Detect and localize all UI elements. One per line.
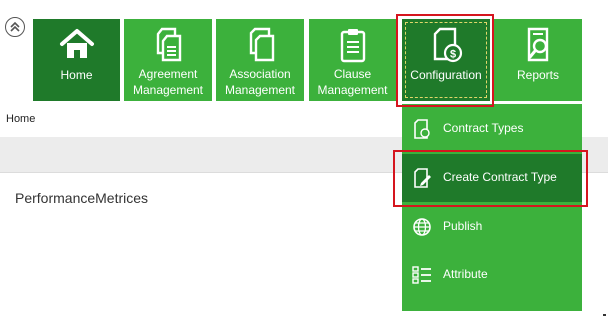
contract-types-icon — [414, 119, 430, 139]
menu-item-contract-types[interactable]: Contract Types — [402, 105, 582, 153]
menu-item-contract-types-label: Contract Types — [443, 121, 524, 135]
report-search-icon — [527, 27, 549, 62]
agreement-documents-icon — [156, 27, 182, 62]
nav-tile-configuration[interactable]: $ Configuration — [402, 19, 490, 101]
scroll-marker — [603, 314, 606, 316]
panel-title: PerformanceMetrices — [15, 190, 149, 206]
nav-tile-association-management[interactable]: Association Management — [216, 19, 304, 101]
nav-tile-home[interactable]: Home — [33, 19, 120, 101]
nav-tile-agreement-label: Agreement Management — [132, 67, 204, 97]
nav-tile-home-label: Home — [60, 68, 93, 82]
nav-tile-reports[interactable]: Reports — [494, 19, 582, 101]
list-icon — [412, 266, 431, 284]
nav-tile-agreement-management[interactable]: Agreement Management — [124, 19, 212, 101]
menu-item-attribute[interactable]: Attribute — [402, 251, 582, 299]
home-icon — [59, 29, 94, 58]
menu-item-attribute-label: Attribute — [443, 267, 488, 281]
menu-item-create-contract-type[interactable]: Create Contract Type — [402, 154, 582, 202]
document-dollar-icon: $ — [433, 27, 463, 63]
globe-icon — [413, 218, 431, 236]
menu-item-publish-label: Publish — [443, 219, 483, 233]
association-documents-icon — [249, 27, 275, 62]
nav-tile-configuration-label: Configuration — [410, 68, 482, 82]
double-chevron-up-icon — [10, 21, 20, 32]
edit-document-icon — [414, 168, 431, 188]
nav-tile-reports-label: Reports — [516, 68, 560, 82]
breadcrumb: Home — [6, 113, 36, 125]
nav-tile-clause-management[interactable]: Clause Management — [309, 19, 396, 101]
collapse-toggle-button[interactable] — [5, 17, 25, 37]
svg-text:$: $ — [450, 49, 456, 61]
menu-item-create-contract-type-label: Create Contract Type — [443, 170, 557, 184]
clipboard-icon — [340, 29, 365, 63]
nav-tile-association-label: Association Management — [224, 67, 296, 97]
menu-item-publish[interactable]: Publish — [402, 203, 582, 251]
nav-tile-clause-label: Clause Management — [317, 67, 388, 97]
